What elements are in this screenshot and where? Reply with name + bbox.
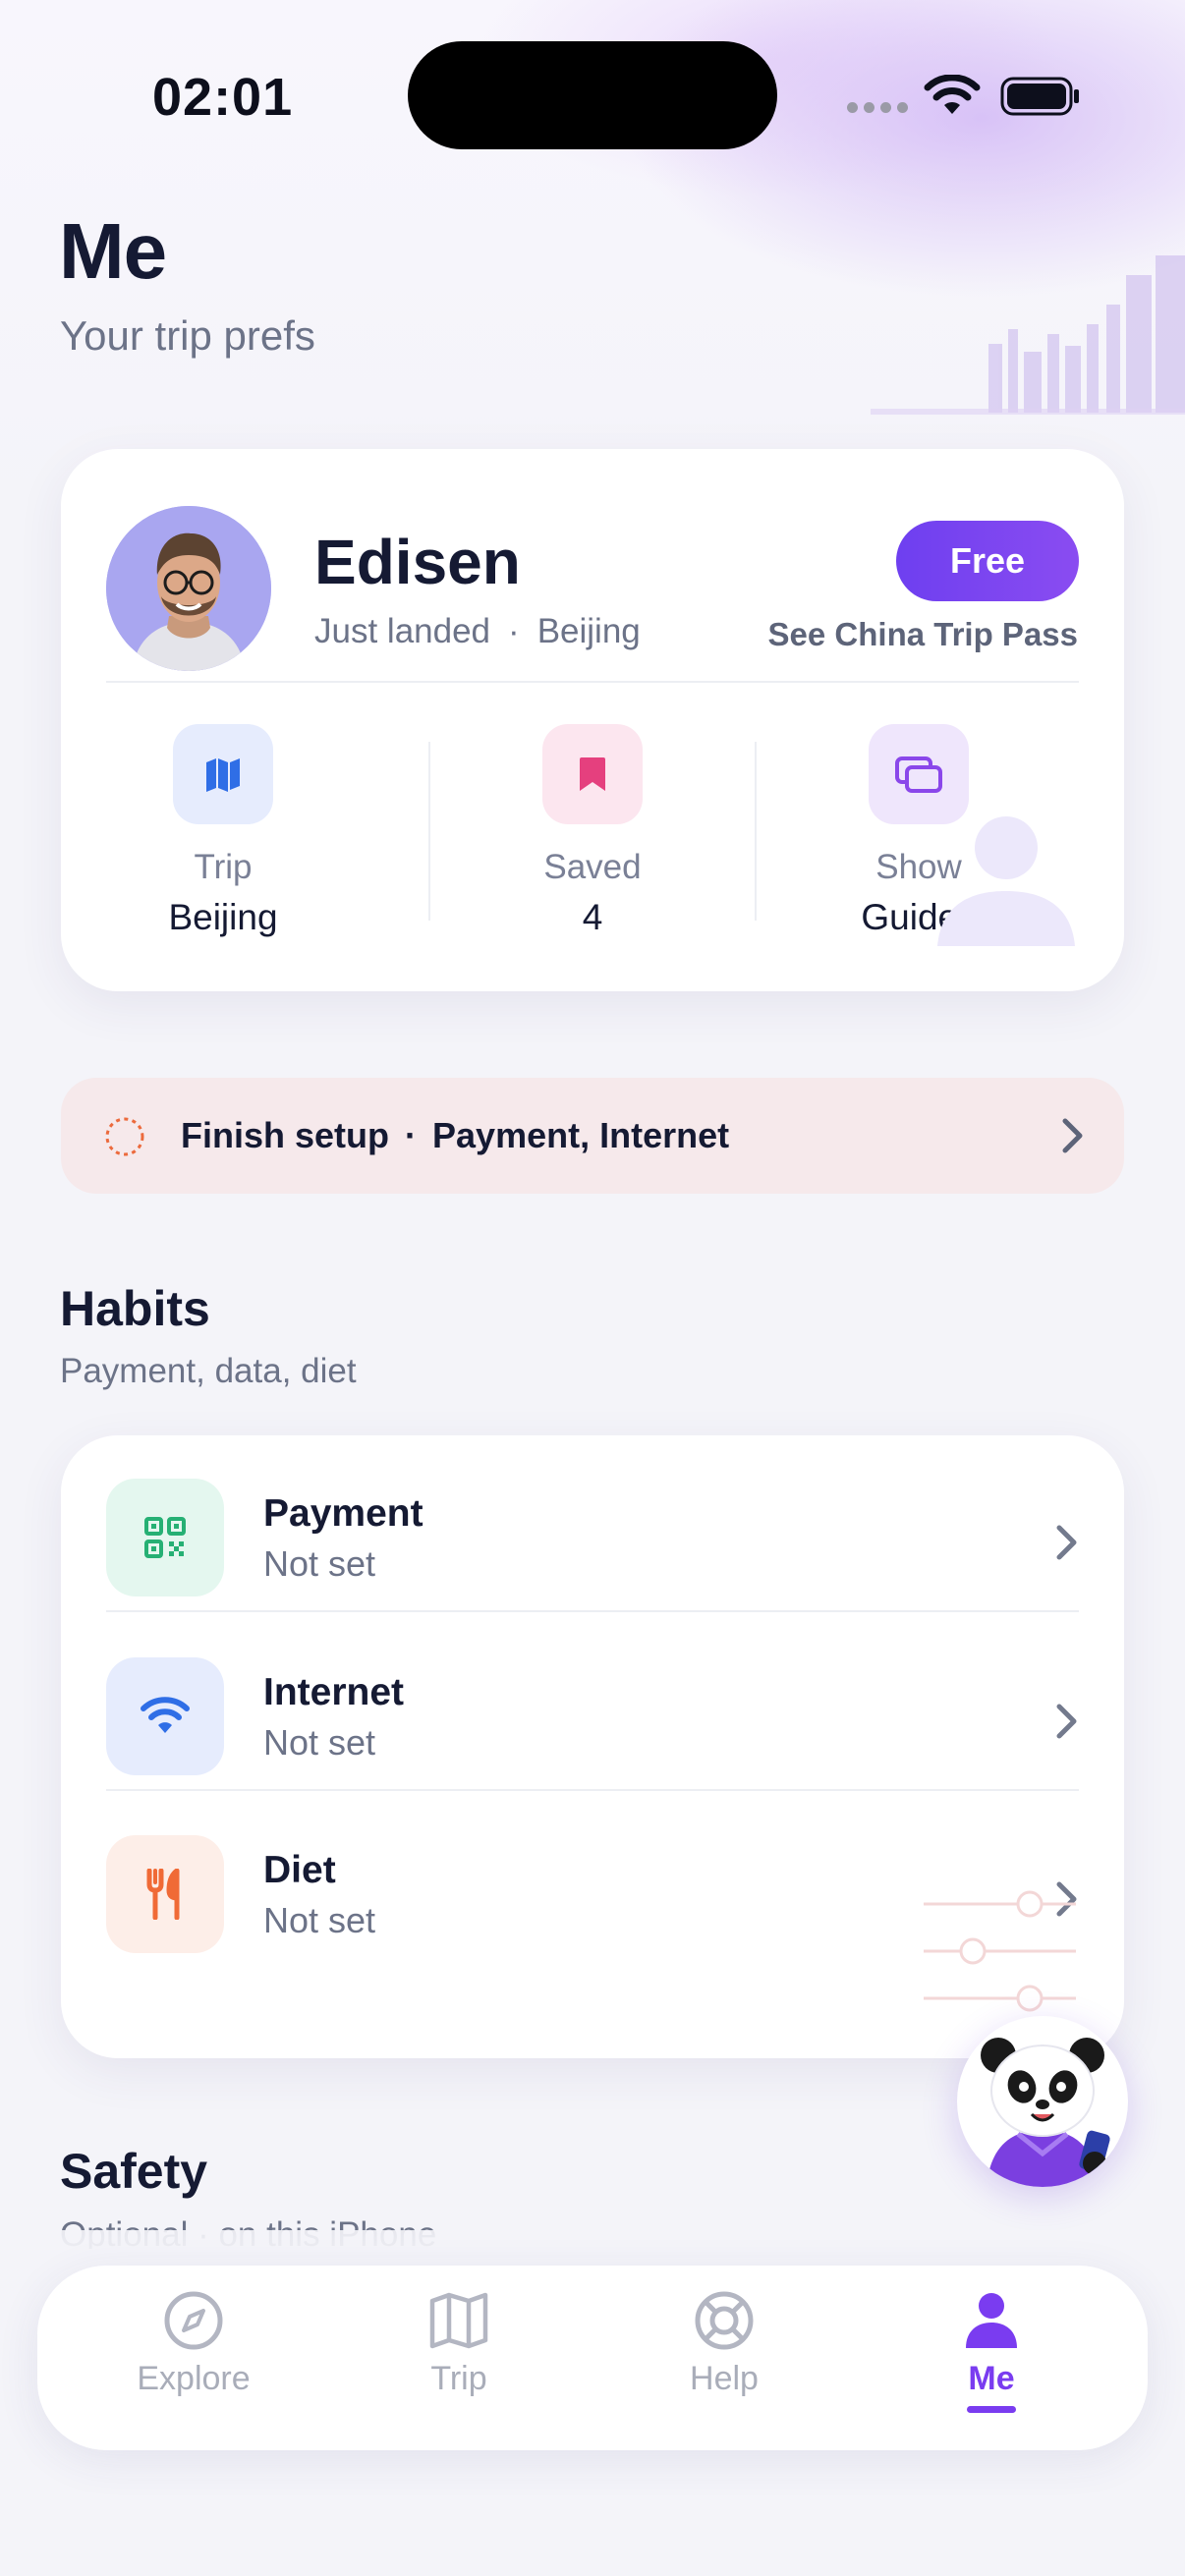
signal-icon [847,102,908,113]
sliders-decoration-icon [924,1890,1076,2012]
safety-title: Safety [60,2144,208,2199]
page-subtitle: Your trip prefs [60,312,315,359]
stat-value: Beijing [168,897,278,937]
tab-help[interactable]: Help [626,2289,822,2398]
page-title: Me [59,207,167,295]
profile-status: Just landed · Beijing [314,612,641,651]
habits-title: Habits [60,1281,210,1336]
stat-trip[interactable]: Trip Beijing [61,724,385,938]
wifi-status-icon [924,75,981,114]
trip-pass-link[interactable]: See China Trip Pass [768,616,1078,653]
tab-label: Trip [430,2360,487,2397]
profile-name: Edisen [314,527,521,597]
habit-title: Payment [263,1492,423,1535]
chevron-right-icon [1056,1704,1077,1739]
habit-title: Internet [263,1671,405,1713]
stat-value: 4 [582,897,603,937]
tab-bar: Explore Trip Help Me [37,2266,1148,2450]
bookmark-icon [542,724,643,824]
map-icon [173,724,273,824]
setup-label: Finish setup [181,1115,390,1155]
habit-row-payment[interactable]: Payment Not set [106,1435,1079,1612]
tab-label: Explore [137,2360,251,2397]
qr-code-icon [106,1479,224,1596]
divider [106,1789,1079,1791]
setup-items: Payment, Internet [432,1115,730,1155]
plan-badge[interactable]: Free [896,521,1079,601]
profile-card[interactable]: Edisen Just landed · Beijing Free See Ch… [61,449,1124,991]
tab-label: Help [690,2360,759,2397]
progress-ring-icon [105,1117,144,1156]
setup-text: Finish setup · Payment, Internet [181,1115,729,1156]
tab-me[interactable]: Me [893,2289,1090,2413]
wifi-icon [106,1657,224,1775]
tab-label: Me [968,2360,1015,2397]
divider [106,681,1079,683]
profile-status-text: Just landed [314,612,491,650]
habit-value: Not set [263,1900,376,1940]
panda-assistant-button[interactable] [957,2016,1128,2187]
person-silhouette-icon [937,816,1075,946]
habit-row-internet[interactable]: Internet Not set [106,1614,1079,1791]
active-tab-indicator [967,2406,1016,2413]
stat-saved[interactable]: Saved 4 [430,724,755,938]
dynamic-island [408,41,777,149]
separator-dot: · [508,612,520,650]
status-time: 02:01 [152,68,294,127]
tab-trip[interactable]: Trip [361,2289,557,2398]
habits-subtitle: Payment, data, diet [60,1352,357,1390]
stat-label: Saved [543,848,642,886]
fork-knife-icon [106,1835,224,1953]
battery-icon [1000,77,1079,116]
profile-city: Beijing [536,612,641,650]
avatar[interactable] [106,506,271,671]
habit-value: Not set [263,1722,376,1763]
lifebuoy-icon [695,2291,754,2350]
chevron-right-icon [1056,1525,1077,1560]
chevron-right-icon [1062,1118,1083,1153]
map-icon [429,2292,488,2349]
person-icon [966,2293,1017,2348]
divider [106,1610,1079,1612]
tab-explore[interactable]: Explore [95,2289,292,2398]
finish-setup-banner[interactable]: Finish setup · Payment, Internet [61,1078,1124,1194]
stat-label: Trip [194,848,253,886]
panda-mascot-icon [981,2038,1110,2187]
habit-title: Diet [263,1849,336,1891]
separator-dot: · [405,1115,418,1155]
compass-icon [164,2291,223,2350]
city-skyline-image [871,255,1185,415]
habit-value: Not set [263,1543,376,1584]
